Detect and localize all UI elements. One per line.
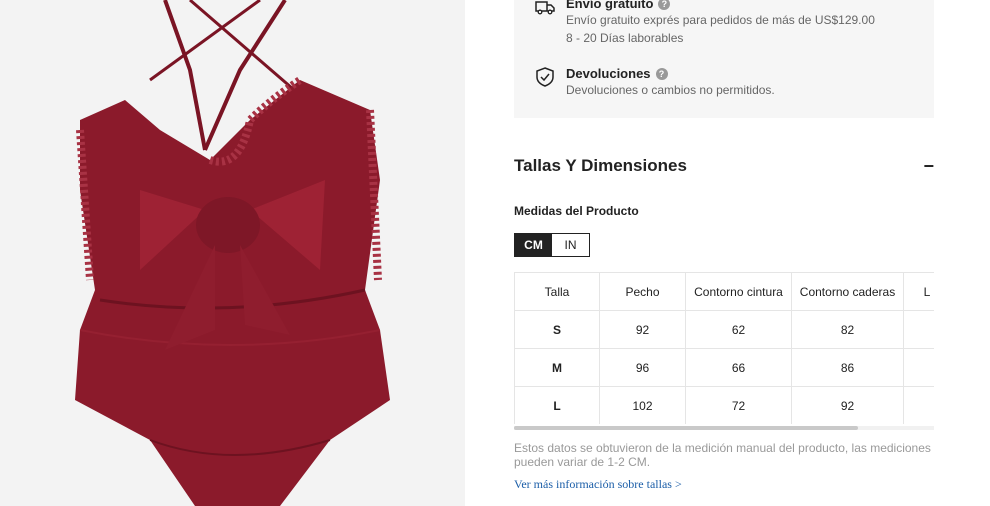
cell-size: M xyxy=(514,348,600,387)
free-shipping-row: Envío gratuito? Envío gratuito exprés pa… xyxy=(534,0,875,47)
free-shipping-title: Envío gratuito xyxy=(566,0,654,11)
table-row: S 92 62 82 xyxy=(514,310,934,349)
help-icon[interactable]: ? xyxy=(655,67,668,80)
cell-hips: 92 xyxy=(791,386,904,424)
returns-title: Devoluciones xyxy=(566,66,651,81)
more-size-info-link[interactable]: Ver más información sobre tallas > xyxy=(514,477,682,492)
cell-length xyxy=(903,386,934,424)
returns-row: Devoluciones? Devoluciones o cambios no … xyxy=(534,66,775,99)
cell-size: S xyxy=(514,310,600,349)
size-section-title[interactable]: Tallas Y Dimensiones xyxy=(514,156,687,176)
header-waist: Contorno cintura xyxy=(685,272,792,311)
free-shipping-threshold: Envío gratuito exprés para pedidos de má… xyxy=(566,13,875,27)
cell-waist: 66 xyxy=(685,348,792,387)
help-icon[interactable]: ? xyxy=(658,0,671,10)
table-horizontal-scrollbar[interactable] xyxy=(514,426,934,430)
cell-length xyxy=(903,348,934,387)
size-table-container[interactable]: Talla Pecho Contorno cintura Contorno ca… xyxy=(514,272,934,424)
product-measurements-title: Medidas del Producto xyxy=(514,204,639,218)
product-image[interactable] xyxy=(0,0,465,506)
cell-hips: 86 xyxy=(791,348,904,387)
table-row: L 102 72 92 xyxy=(514,386,934,424)
shield-check-icon xyxy=(534,66,556,88)
header-hips: Contorno caderas xyxy=(791,272,904,311)
collapse-icon[interactable]: − xyxy=(923,156,934,176)
cell-size: L xyxy=(514,386,600,424)
header-chest: Pecho xyxy=(599,272,686,311)
cell-waist: 62 xyxy=(685,310,792,349)
cell-waist: 72 xyxy=(685,386,792,424)
cell-chest: 102 xyxy=(599,386,686,424)
table-row: M 96 66 86 xyxy=(514,348,934,387)
shipping-info-box: Envío gratuito? Envío gratuito exprés pa… xyxy=(514,0,934,118)
cell-hips: 82 xyxy=(791,310,904,349)
cell-chest: 92 xyxy=(599,310,686,349)
delivery-time: 8 - 20 Días laborables xyxy=(566,31,684,45)
returns-policy: Devoluciones o cambios no permitidos. xyxy=(566,83,775,97)
truck-icon xyxy=(534,0,556,18)
size-table: Talla Pecho Contorno cintura Contorno ca… xyxy=(514,272,934,424)
measurement-note: Estos datos se obtuvieron de la medición… xyxy=(514,441,931,469)
cell-chest: 96 xyxy=(599,348,686,387)
unit-toggle: CM IN xyxy=(514,233,590,257)
bodysuit-image xyxy=(0,0,465,506)
header-length: L xyxy=(903,272,934,311)
header-size: Talla xyxy=(514,272,600,311)
unit-cm-button[interactable]: CM xyxy=(515,234,552,256)
cell-length xyxy=(903,310,934,349)
scrollbar-thumb[interactable] xyxy=(514,426,858,430)
table-header-row: Talla Pecho Contorno cintura Contorno ca… xyxy=(514,272,934,311)
unit-in-button[interactable]: IN xyxy=(552,234,589,256)
product-details-panel: Envío gratuito? Envío gratuito exprés pa… xyxy=(514,0,934,506)
